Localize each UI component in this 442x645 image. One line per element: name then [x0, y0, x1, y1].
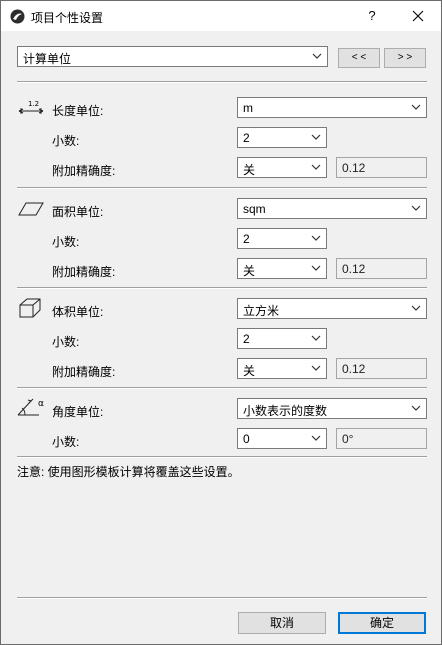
area-extra-accuracy-label: 附加精确度:: [52, 265, 116, 279]
area-decimals-value: 2: [243, 232, 250, 246]
chevron-down-icon: [311, 435, 321, 441]
angle-decimals-label: 小数:: [52, 435, 80, 449]
app-logo-icon: [10, 9, 25, 24]
length-decimals-label: 小数:: [52, 134, 80, 148]
help-button[interactable]: ?: [359, 5, 385, 27]
cancel-button-label: 取消: [269, 616, 294, 630]
volume-decimals-value: 2: [243, 332, 250, 346]
angle-unit-dropdown[interactable]: 小数表示的度数: [237, 398, 427, 419]
volume-unit-dropdown[interactable]: 立方米: [237, 298, 427, 319]
divider: [17, 456, 427, 458]
project-preferences-dialog: 项目个性设置 ? 计算单位 < < > > 1.2 长度单位: m 小数: 2 …: [0, 0, 442, 645]
window-title: 项目个性设置: [31, 11, 104, 25]
angle-decimals-value: 0: [243, 432, 250, 446]
volume-extra-accuracy-dropdown[interactable]: 关: [237, 358, 327, 379]
ok-button-label: 确定: [369, 616, 394, 630]
close-button[interactable]: [403, 5, 433, 27]
area-extra-accuracy-value: 关: [243, 264, 256, 278]
chevron-down-icon: [312, 53, 322, 59]
note-text: 注意: 使用图形模板计算将覆盖这些设置。: [17, 465, 240, 479]
length-unit-dropdown[interactable]: m: [237, 97, 427, 118]
chevron-down-icon: [411, 405, 421, 411]
chevron-down-icon: [411, 104, 421, 110]
chevron-down-icon: [311, 335, 321, 341]
close-icon: [412, 10, 424, 22]
length-extra-accuracy-label: 附加精确度:: [52, 164, 116, 178]
length-preview-value: 0.12: [342, 161, 366, 175]
volume-preview-value: 0.12: [342, 362, 366, 376]
area-preview-field: 0.12: [336, 258, 427, 279]
title-bar: 项目个性设置 ?: [1, 1, 441, 31]
area-unit-label: 面积单位:: [52, 205, 104, 219]
angle-preview-value: 0°: [342, 432, 354, 446]
angle-icon-alpha: α: [38, 399, 44, 409]
volume-unit-value: 立方米: [243, 304, 280, 318]
divider: [17, 81, 427, 83]
previous-page-button[interactable]: < <: [338, 48, 380, 68]
angle-decimals-dropdown[interactable]: 0: [237, 428, 327, 449]
length-decimals-dropdown[interactable]: 2: [237, 127, 327, 148]
volume-extra-accuracy-value: 关: [243, 364, 256, 378]
chevron-down-icon: [311, 164, 321, 170]
category-value: 计算单位: [23, 52, 72, 66]
cancel-button[interactable]: 取消: [238, 612, 326, 634]
length-unit-icon: 1.2: [18, 100, 44, 114]
chevron-down-icon: [311, 235, 321, 241]
next-page-button[interactable]: > >: [384, 48, 426, 68]
area-decimals-dropdown[interactable]: 2: [237, 228, 327, 249]
next-page-label: > >: [397, 52, 413, 63]
length-extra-accuracy-value: 关: [243, 163, 256, 177]
area-unit-value: sqm: [243, 202, 266, 216]
divider: [17, 187, 427, 189]
divider: [17, 387, 427, 389]
area-decimals-label: 小数:: [52, 235, 80, 249]
area-preview-value: 0.12: [342, 262, 366, 276]
volume-decimals-dropdown[interactable]: 2: [237, 328, 327, 349]
area-extra-accuracy-dropdown[interactable]: 关: [237, 258, 327, 279]
chevron-down-icon: [411, 205, 421, 211]
chevron-down-icon: [311, 265, 321, 271]
volume-unit-label: 体积单位:: [52, 305, 104, 319]
divider: [17, 287, 427, 289]
volume-unit-icon: [19, 298, 41, 318]
length-unit-label: 长度单位:: [52, 104, 104, 118]
angle-preview-field: 0°: [336, 428, 427, 449]
chevron-down-icon: [311, 134, 321, 140]
volume-preview-field: 0.12: [336, 358, 427, 379]
length-icon-number: 1.2: [28, 100, 39, 108]
length-preview-field: 0.12: [336, 157, 427, 178]
length-extra-accuracy-dropdown[interactable]: 关: [237, 157, 327, 178]
angle-unit-icon: α: [17, 398, 44, 416]
volume-decimals-label: 小数:: [52, 335, 80, 349]
length-decimals-value: 2: [243, 131, 250, 145]
area-unit-dropdown[interactable]: sqm: [237, 198, 427, 219]
angle-unit-label: 角度单位:: [52, 405, 104, 419]
previous-page-label: < <: [351, 52, 367, 63]
angle-unit-value: 小数表示的度数: [243, 404, 328, 418]
ok-button[interactable]: 确定: [338, 612, 426, 634]
length-unit-value: m: [243, 101, 253, 115]
volume-extra-accuracy-label: 附加精确度:: [52, 365, 116, 379]
chevron-down-icon: [311, 365, 321, 371]
area-unit-icon: [18, 202, 44, 216]
category-dropdown[interactable]: 计算单位: [17, 46, 328, 67]
divider: [17, 597, 427, 599]
chevron-down-icon: [411, 305, 421, 311]
